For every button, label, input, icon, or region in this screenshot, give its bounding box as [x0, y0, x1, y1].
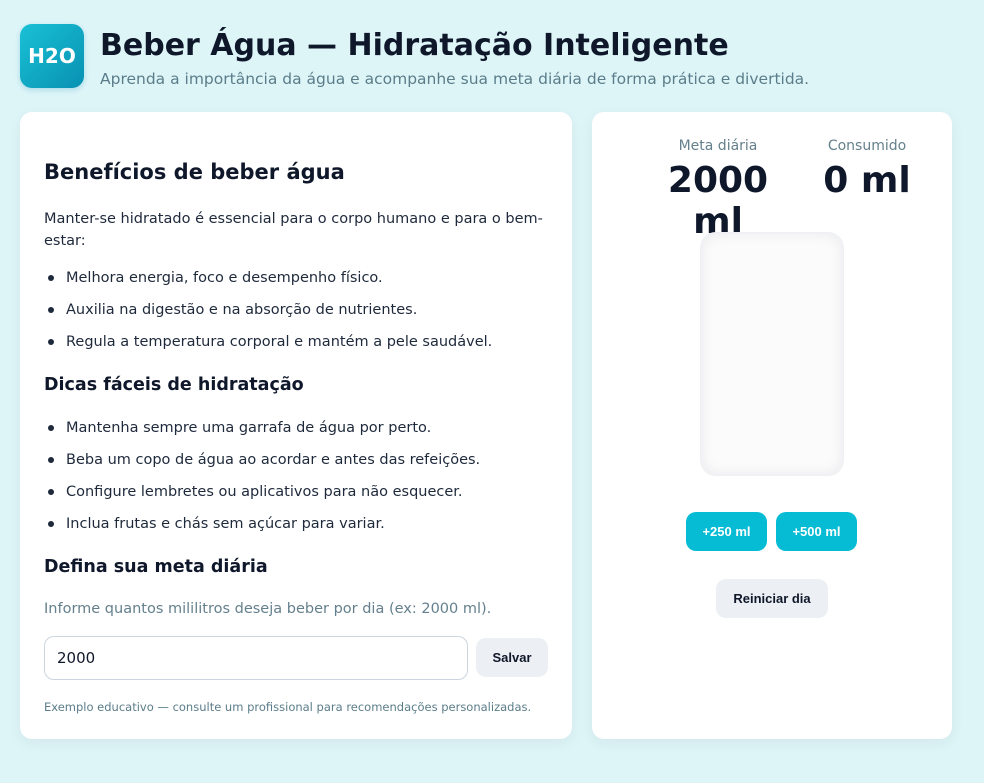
- page-subtitle: Aprenda a importância da água e acompanh…: [100, 70, 810, 88]
- bullet-icon: [48, 275, 54, 281]
- tips-list: Mantenha sempre uma garrafa de água por …: [44, 417, 480, 545]
- bullet-icon: [48, 307, 54, 313]
- info-card: Benefícios de beber água Manter-se hidra…: [20, 112, 572, 739]
- list-item: Mantenha sempre uma garrafa de água por …: [44, 417, 480, 449]
- goal-title: Defina sua meta diária: [44, 557, 268, 577]
- list-item: Melhora energia, foco e desempenho físic…: [44, 267, 492, 299]
- page-title: Beber Água — Hidratação Inteligente: [100, 28, 729, 63]
- header-text: Beber Água — Hidratação Inteligente Apre…: [100, 24, 809, 88]
- list-item: Auxilia na digestão e na absorção de nut…: [44, 299, 492, 331]
- benefits-title: Benefícios de beber água: [44, 160, 345, 184]
- save-button[interactable]: Salvar: [476, 638, 548, 677]
- consumed-stat: Consumido 0 ml: [812, 138, 922, 201]
- h2o-logo: H2O: [20, 24, 84, 88]
- app-header: H2O Beber Água — Hidratação Inteligente …: [20, 24, 809, 88]
- goal-stat: Meta diária 2000 ml: [644, 138, 792, 242]
- bullet-icon: [48, 457, 54, 463]
- bullet-icon: [48, 489, 54, 495]
- list-item: Beba um copo de água ao acordar e antes …: [44, 449, 480, 481]
- list-item: Inclua frutas e chás sem açúcar para var…: [44, 513, 480, 545]
- consumed-value: 0 ml: [823, 160, 911, 201]
- water-bottle: [700, 232, 844, 476]
- list-item: Regula a temperatura corporal e mantém a…: [44, 331, 492, 363]
- goal-label: Meta diária: [678, 138, 758, 154]
- list-item: Configure lembretes ou aplicativos para …: [44, 481, 480, 513]
- footnote: Exemplo educativo — consulte um profissi…: [44, 700, 532, 714]
- goal-value: 2000 ml: [667, 160, 769, 242]
- goal-hint: Informe quantos mililitros deseja beber …: [44, 601, 492, 617]
- bullet-icon: [48, 339, 54, 345]
- benefits-list: Melhora energia, foco e desempenho físic…: [44, 267, 492, 363]
- add-500ml-button[interactable]: +500 ml: [776, 512, 857, 551]
- add-250ml-button[interactable]: +250 ml: [686, 512, 767, 551]
- tracker-card: Meta diária 2000 ml Consumido 0 ml +250 …: [592, 112, 952, 739]
- bullet-icon: [48, 521, 54, 527]
- goal-input[interactable]: [44, 636, 468, 680]
- tips-title: Dicas fáceis de hidratação: [44, 375, 304, 395]
- benefits-intro: Manter-se hidratado é essencial para o c…: [44, 211, 543, 249]
- bullet-icon: [48, 425, 54, 431]
- consumed-label: Consumido: [827, 138, 907, 154]
- reset-day-button[interactable]: Reiniciar dia: [716, 579, 828, 618]
